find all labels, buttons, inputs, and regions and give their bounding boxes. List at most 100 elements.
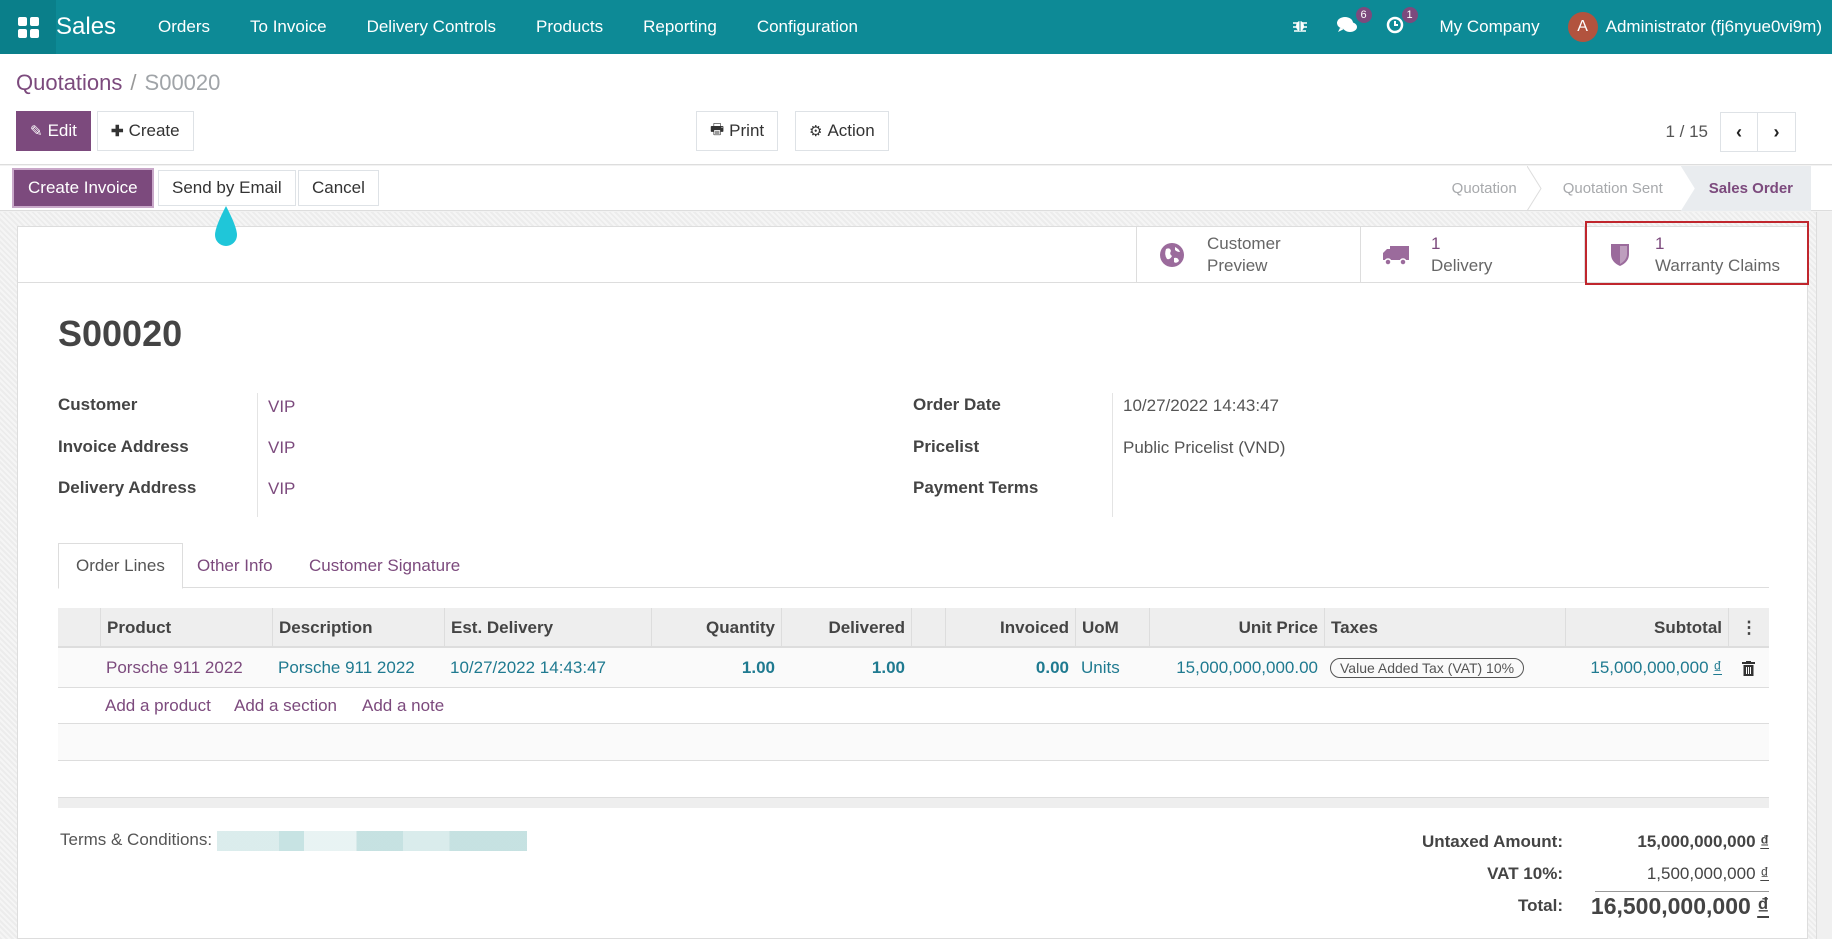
- delete-line-button[interactable]: [1728, 648, 1769, 688]
- optional-columns-toggle[interactable]: ⋮: [1728, 608, 1769, 648]
- column-description[interactable]: Description: [272, 608, 444, 648]
- add-note-link[interactable]: Add a note: [362, 696, 444, 716]
- action-label: Action: [827, 121, 875, 140]
- vat-row: VAT 10%: 1,500,000,000 ₫: [1349, 859, 1769, 891]
- stage-sales-order[interactable]: Sales Order: [1680, 166, 1811, 211]
- column-unit-price[interactable]: Unit Price: [1149, 608, 1324, 648]
- total-label: Total:: [1517, 896, 1563, 915]
- create-button[interactable]: ✚ Create: [97, 111, 194, 151]
- user-name: Administrator (fj6nyue0vi9m): [1605, 17, 1822, 36]
- send-by-email-button[interactable]: Send by Email: [158, 170, 296, 206]
- create-label: Create: [128, 121, 180, 140]
- cell-delivered[interactable]: 1.00: [781, 648, 911, 688]
- column-est-delivery[interactable]: Est. Delivery: [444, 608, 651, 648]
- create-invoice-button[interactable]: Create Invoice: [14, 170, 152, 206]
- column-invoiced[interactable]: Invoiced: [945, 608, 1075, 648]
- invoice-address-value[interactable]: VIP: [268, 438, 295, 458]
- user-menu[interactable]: A Administrator (fj6nyue0vi9m): [1567, 12, 1832, 42]
- delivery-count: 1: [1431, 233, 1441, 253]
- cell-quantity[interactable]: 1.00: [651, 648, 781, 688]
- column-quantity[interactable]: Quantity: [651, 608, 781, 648]
- customer-value[interactable]: VIP: [268, 397, 295, 417]
- tab-other-info[interactable]: Other Info: [180, 543, 290, 589]
- apps-menu-button[interactable]: [0, 0, 56, 54]
- menu-products[interactable]: Products: [516, 17, 623, 37]
- currency-symbol: ₫: [1760, 832, 1769, 851]
- currency-symbol: ₫: [1713, 658, 1722, 677]
- customer-preview-button[interactable]: Customer Preview: [1136, 227, 1360, 282]
- statusbar: Create Invoice Send by Email Cancel Quot…: [0, 166, 1832, 211]
- untaxed-row: Untaxed Amount: 15,000,000,000 ₫: [1349, 827, 1769, 859]
- company-switcher[interactable]: My Company: [1418, 17, 1568, 37]
- delivery-address-value[interactable]: VIP: [268, 479, 295, 499]
- column-subtotal[interactable]: Subtotal: [1565, 608, 1728, 648]
- table-footer: [58, 798, 1769, 808]
- add-line-row: Add a product Add a section Add a note: [58, 688, 1769, 724]
- control-panel: Quotations / S00020 ✎ Edit ✚ Create 🖶 Print ⚙…: [0, 54, 1832, 165]
- stage-quotation[interactable]: Quotation: [1424, 166, 1542, 211]
- column-uom[interactable]: UoM: [1075, 608, 1149, 648]
- column-product[interactable]: Product: [100, 608, 272, 648]
- activities-badge: 1: [1401, 6, 1418, 23]
- edit-button[interactable]: ✎ Edit: [16, 111, 91, 151]
- spacer-column: [911, 608, 945, 648]
- cell-est-delivery[interactable]: 10/27/2022 14:43:47: [444, 648, 651, 688]
- breadcrumb-quotations[interactable]: Quotations: [16, 70, 122, 95]
- menu-reporting[interactable]: Reporting: [623, 17, 737, 37]
- vat-amount: 1,500,000,000: [1646, 864, 1756, 883]
- cursor-drop-marker-icon: [215, 206, 237, 246]
- vertical-scrollbar[interactable]: [1816, 212, 1832, 939]
- tab-order-lines[interactable]: Order Lines: [58, 543, 183, 589]
- stage-pipeline: Quotation Quotation Sent Sales Order: [1424, 166, 1811, 211]
- delivery-smart-button[interactable]: 1 Delivery: [1360, 227, 1584, 282]
- untaxed-value: 15,000,000,000 ₫: [1637, 832, 1769, 852]
- column-delivered[interactable]: Delivered: [781, 608, 911, 648]
- table-row[interactable]: Porsche 911 2022 Porsche 911 2022 10/27/…: [58, 648, 1769, 688]
- vat-label: VAT 10%:: [1487, 864, 1563, 883]
- pager-value[interactable]: 1 / 15: [1665, 122, 1708, 142]
- trash-icon: [1742, 660, 1755, 676]
- menu-orders[interactable]: Orders: [138, 17, 230, 37]
- table-header: Product Description Est. Delivery Quanti…: [58, 608, 1769, 648]
- pager-next-button[interactable]: ›: [1758, 112, 1796, 152]
- stage-quotation-sent[interactable]: Quotation Sent: [1535, 166, 1681, 211]
- print-button[interactable]: 🖶 Print: [696, 111, 779, 151]
- action-button[interactable]: ⚙ Action: [795, 111, 889, 151]
- column-taxes[interactable]: Taxes: [1324, 608, 1565, 648]
- pencil-icon: ✎: [30, 123, 43, 140]
- apps-grid-icon: [17, 16, 39, 38]
- tab-customer-signature[interactable]: Customer Signature: [292, 543, 477, 589]
- record-title: S00020: [58, 313, 183, 354]
- cell-description[interactable]: Porsche 911 2022: [272, 648, 444, 688]
- menu-configuration[interactable]: Configuration: [737, 17, 878, 37]
- order-lines-table: Product Description Est. Delivery Quanti…: [58, 608, 1769, 808]
- add-section-link[interactable]: Add a section: [234, 696, 337, 716]
- pager-previous-button[interactable]: ‹: [1720, 112, 1758, 152]
- menu-to-invoice[interactable]: To Invoice: [230, 17, 347, 37]
- tax-tag[interactable]: Value Added Tax (VAT) 10%: [1330, 658, 1525, 678]
- currency-symbol: ₫: [1757, 893, 1769, 919]
- debug-bug-icon[interactable]: [1278, 17, 1322, 38]
- cell-taxes[interactable]: Value Added Tax (VAT) 10%: [1324, 648, 1565, 688]
- cancel-button[interactable]: Cancel: [298, 170, 379, 206]
- untaxed-label: Untaxed Amount:: [1421, 832, 1563, 851]
- add-product-link[interactable]: Add a product: [105, 696, 211, 716]
- activities-clock-icon[interactable]: 1: [1372, 6, 1418, 39]
- terms-blurred-link[interactable]: [216, 830, 527, 851]
- cell-subtotal: 15,000,000,000 ₫: [1565, 648, 1728, 688]
- stage-quotation-label: Quotation: [1451, 180, 1517, 197]
- plus-icon: ✚: [111, 123, 124, 140]
- total-value: 16,500,000,000 ₫: [1591, 893, 1769, 920]
- cell-unit-price[interactable]: 15,000,000,000.00: [1149, 648, 1324, 688]
- cell-uom[interactable]: Units: [1075, 648, 1149, 688]
- messages-icon[interactable]: 6: [1322, 6, 1372, 39]
- app-name[interactable]: Sales: [56, 13, 116, 41]
- kebab-menu-icon: ⋮: [1740, 618, 1758, 637]
- cell-product[interactable]: Porsche 911 2022: [100, 648, 272, 688]
- delivery-address-label: Delivery Address: [58, 478, 197, 497]
- stage-quotation-sent-label: Quotation Sent: [1562, 180, 1663, 197]
- invoice-address-label: Invoice Address: [58, 437, 189, 456]
- warranty-claims-smart-button[interactable]: 1 Warranty Claims: [1584, 227, 1808, 282]
- order-date-value: 10/27/2022 14:43:47: [1123, 396, 1279, 415]
- menu-delivery-controls[interactable]: Delivery Controls: [347, 17, 516, 37]
